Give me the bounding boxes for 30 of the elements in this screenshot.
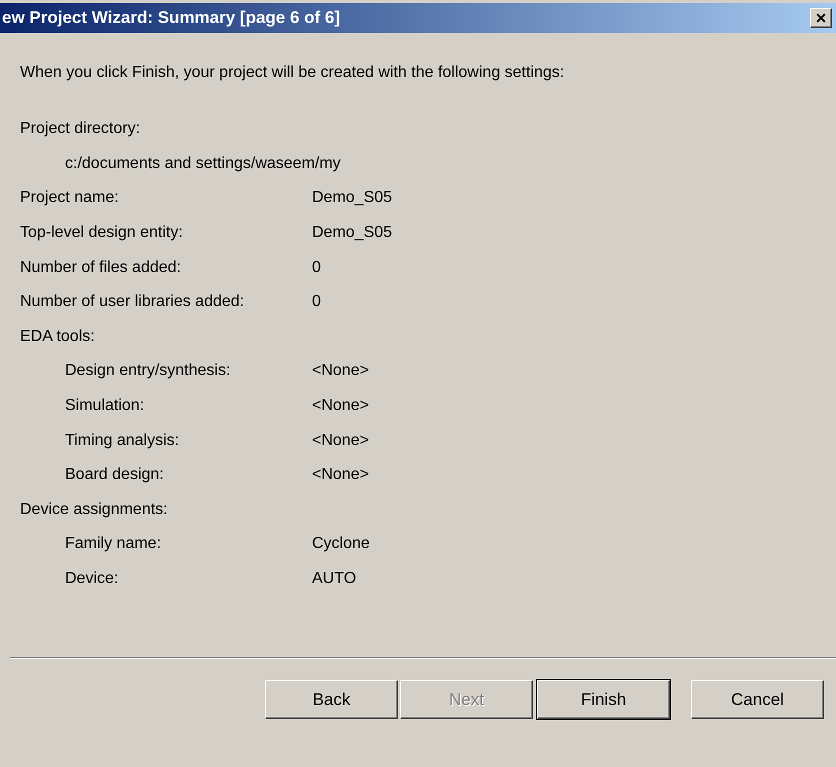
setting-label: Family name: [64, 535, 162, 554]
wizard-button[interactable]: Back [265, 680, 398, 719]
close-button[interactable]: × [810, 8, 832, 28]
setting-label: Number of files added: [20, 258, 182, 277]
setting-label: Simulation: [64, 397, 146, 416]
directory-path: c:/documents and settings/waseem/my [64, 154, 341, 173]
section-label: Device assignments: [20, 500, 168, 519]
section-label: EDA tools: [20, 328, 95, 346]
intro-text: When you click Finish, your project will be created with the following settings: [20, 64, 566, 82]
setting-label: Timing analysis: [64, 432, 180, 450]
setting-value: <None> [312, 432, 369, 450]
setting-label: Number of user libraries added: [20, 293, 246, 312]
setting-value: <None> [312, 362, 369, 380]
wizard-button[interactable]: Cancel [691, 680, 824, 719]
wizard-button[interactable]: Finish [537, 680, 670, 719]
setting-value: <None> [312, 466, 369, 484]
setting-value: Cyclone [312, 535, 370, 554]
setting-value: AUTO [312, 570, 356, 588]
setting-label: Top-level design entity: [20, 224, 184, 242]
window-title: ew Project Wizard: Summary [page 6 of 6] [1, 8, 340, 28]
setting-value: 0 [312, 258, 321, 277]
setting-label: Board design: [64, 466, 165, 484]
setting-label: Device: [64, 570, 120, 588]
setting-value: 0 [312, 293, 321, 312]
setting-label: Project name: [20, 189, 120, 208]
section-label: Project directory: [20, 120, 140, 138]
setting-value: Demo_S05 [312, 224, 392, 242]
setting-value: <None> [312, 397, 369, 416]
setting-label: Design entry/synthesis: [64, 362, 232, 380]
setting-value: Demo_S05 [312, 189, 392, 208]
